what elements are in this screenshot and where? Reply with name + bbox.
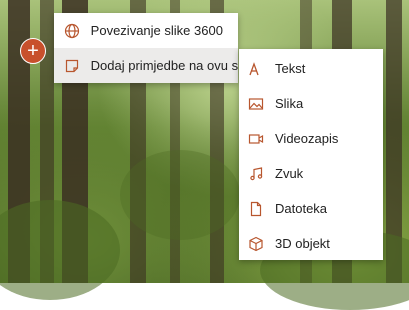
text-icon	[247, 60, 265, 78]
file-icon	[247, 200, 265, 218]
menu-item-link-360-image[interactable]: Povezivanje slike 3600	[54, 13, 238, 48]
submenu-item-label: Datoteka	[275, 201, 328, 216]
music-icon	[247, 165, 265, 183]
image-icon	[247, 95, 265, 113]
annotation-type-submenu: Tekst Slika Videozapis Zvuk Datoteka 3D …	[239, 49, 383, 260]
submenu-item-label: Tekst	[275, 61, 306, 76]
submenu-item-video[interactable]: Videozapis	[239, 121, 383, 156]
menu-item-annotate-image[interactable]: Dodaj primjedbe na ovu sliku	[54, 48, 238, 83]
submenu-item-text[interactable]: Tekst	[239, 51, 383, 86]
plus-icon: +	[27, 40, 39, 62]
video-icon	[247, 130, 265, 148]
submenu-item-audio[interactable]: Zvuk	[239, 156, 383, 191]
submenu-item-label: Slika	[275, 96, 304, 111]
submenu-item-label: Zvuk	[275, 166, 304, 181]
primary-menu: Povezivanje slike 3600 Dodaj primjedbe n…	[54, 13, 238, 83]
submenu-item-image[interactable]: Slika	[239, 86, 383, 121]
menu-item-label: Dodaj primjedbe na ovu sliku	[90, 58, 238, 73]
menu-item-label: Povezivanje slike 3600	[90, 23, 223, 38]
cube-icon	[247, 235, 265, 253]
submenu-item-label: 3D objekt	[275, 236, 330, 251]
submenu-item-3d-object[interactable]: 3D objekt	[239, 226, 383, 261]
note-icon	[63, 57, 81, 75]
submenu-item-label: Videozapis	[275, 131, 339, 146]
submenu-item-file[interactable]: Datoteka	[239, 191, 383, 226]
add-hotspot-button[interactable]: +	[20, 38, 46, 64]
globe-icon	[63, 22, 81, 40]
